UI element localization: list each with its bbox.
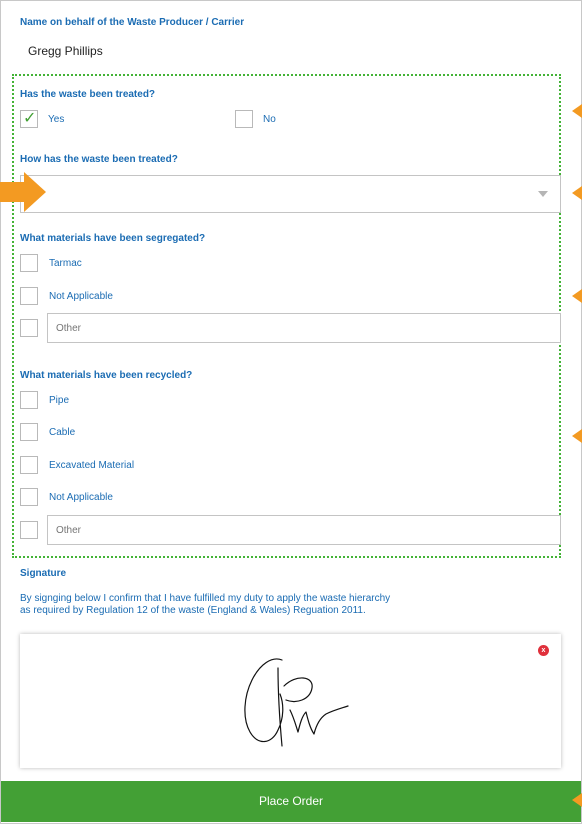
recycled-pipe-checkbox[interactable] <box>20 391 38 409</box>
segregated-not-applicable-checkbox[interactable] <box>20 287 38 305</box>
signature-declaration-line2: as required by Regulation 12 of the wast… <box>20 605 366 616</box>
signature-declaration-line1: By signging below I confirm that I have … <box>20 593 391 604</box>
signature-label: Signature <box>20 568 67 579</box>
segregated-tarmac-checkbox[interactable] <box>20 254 38 272</box>
recycled-other-input[interactable] <box>47 515 561 545</box>
recycled-not-applicable-checkbox[interactable] <box>20 488 38 506</box>
treated-label: Has the waste been treated? <box>20 89 156 100</box>
pointer-arrow-icon <box>572 793 582 807</box>
treatment-method-select[interactable] <box>20 175 561 213</box>
signature-drawing <box>244 658 349 747</box>
recycled-other-checkbox[interactable] <box>20 521 38 539</box>
segregated-tarmac-label: Tarmac <box>49 258 82 269</box>
producer-label: Name on behalf of the Waste Producer / C… <box>20 17 245 28</box>
checkmark-icon: ✓ <box>23 108 37 127</box>
treatment-method-label: How has the waste been treated? <box>20 154 178 165</box>
signature-pad[interactable]: x <box>20 634 561 768</box>
recycled-cable-label: Cable <box>49 427 76 438</box>
chevron-down-icon <box>538 191 548 197</box>
pointer-arrow-icon <box>572 104 582 118</box>
pointer-arrow-icon <box>572 186 582 200</box>
recycled-cable-checkbox[interactable] <box>20 423 38 441</box>
treated-no-label: No <box>263 114 276 125</box>
treated-yes-label: Yes <box>48 114 65 125</box>
treated-no-checkbox[interactable] <box>235 110 253 128</box>
recycled-label: What materials have been recycled? <box>20 370 193 381</box>
producer-name: Gregg Phillips <box>28 44 103 58</box>
treated-yes-checkbox[interactable]: ✓ <box>20 108 38 128</box>
place-order-button[interactable]: Place Order <box>1 781 581 822</box>
recycled-not-applicable-label: Not Applicable <box>49 492 113 503</box>
segregated-label: What materials have been segregated? <box>20 233 206 244</box>
recycled-excavated-material-checkbox[interactable] <box>20 456 38 474</box>
recycled-excavated-material-label: Excavated Material <box>49 460 135 471</box>
recycled-pipe-label: Pipe <box>49 395 70 406</box>
pointer-arrow-large-icon <box>0 172 46 212</box>
segregated-not-applicable-label: Not Applicable <box>49 291 113 302</box>
pointer-arrow-icon <box>572 429 582 443</box>
segregated-other-checkbox[interactable] <box>20 319 38 337</box>
pointer-arrow-icon <box>572 289 582 303</box>
segregated-other-input[interactable] <box>47 313 561 343</box>
